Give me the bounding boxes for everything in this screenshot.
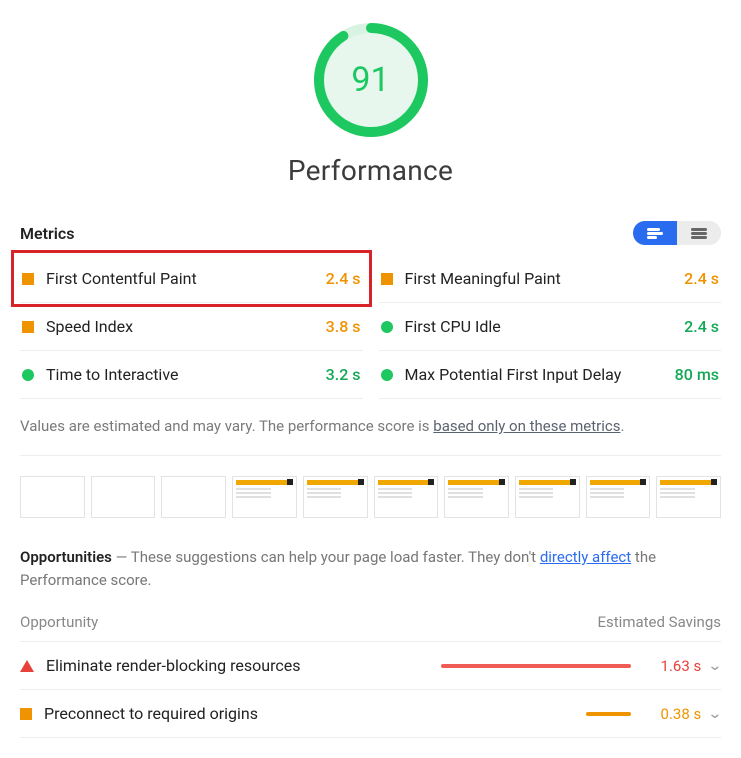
- performance-score-value: 91: [311, 20, 431, 140]
- square-orange-icon: [381, 273, 393, 285]
- circle-green-icon: [22, 369, 34, 381]
- opportunities-intro-link[interactable]: directly affect: [540, 548, 631, 566]
- filmstrip-frame: [444, 476, 509, 518]
- metric-row[interactable]: Speed Index3.8 s: [20, 303, 363, 351]
- opportunity-name: Eliminate render-blocking resources: [46, 656, 441, 675]
- opportunity-name: Preconnect to required origins: [44, 704, 441, 723]
- circle-green-icon: [381, 321, 393, 333]
- triangle-red-icon: [20, 660, 34, 672]
- metric-row[interactable]: Time to Interactive3.2 s: [20, 351, 363, 399]
- metric-name: First CPU Idle: [405, 317, 685, 336]
- square-orange-icon: [20, 708, 32, 720]
- square-orange-icon: [22, 273, 34, 285]
- metric-value: 80 ms: [675, 365, 719, 384]
- footnote-link[interactable]: based only on these metrics: [433, 417, 620, 435]
- view-toggle-expanded[interactable]: [677, 221, 721, 245]
- metric-name: First Meaningful Paint: [405, 269, 685, 288]
- filmstrip-frame: [232, 476, 297, 518]
- footnote-suffix: .: [620, 417, 624, 435]
- filmstrip-frame: [303, 476, 368, 518]
- opportunity-row[interactable]: Preconnect to required origins 0.38 s ⌄: [20, 690, 721, 738]
- metrics-heading: Metrics: [20, 224, 74, 243]
- metric-name: Speed Index: [46, 317, 326, 336]
- metric-value: 2.4 s: [684, 269, 719, 288]
- metric-row[interactable]: First Meaningful Paint2.4 s: [379, 255, 722, 303]
- score-category-title: Performance: [288, 154, 453, 187]
- savings-bar: [441, 664, 631, 668]
- metric-row[interactable]: Max Potential First Input Delay80 ms: [379, 351, 722, 399]
- filmstrip-frame: [586, 476, 651, 518]
- chevron-down-icon: ⌄: [708, 658, 723, 674]
- metrics-footnote: Values are estimated and may vary. The p…: [20, 417, 721, 456]
- performance-score-gauge: 91: [311, 20, 431, 140]
- chevron-down-icon: ⌄: [708, 706, 723, 722]
- metric-value: 3.2 s: [326, 365, 361, 384]
- metric-name: First Contentful Paint: [46, 269, 326, 288]
- savings-bar-wrap: [441, 712, 631, 716]
- metric-value: 2.4 s: [684, 317, 719, 336]
- compact-view-icon: [647, 227, 663, 239]
- metric-row[interactable]: First CPU Idle2.4 s: [379, 303, 722, 351]
- filmstrip-frame: [161, 476, 226, 518]
- load-filmstrip: [20, 476, 721, 518]
- metric-value: 2.4 s: [326, 269, 361, 288]
- metric-name: Max Potential First Input Delay: [405, 365, 675, 384]
- square-orange-icon: [22, 321, 34, 333]
- filmstrip-frame: [20, 476, 85, 518]
- opportunities-intro-text: These suggestions can help your page loa…: [131, 548, 540, 566]
- footnote-text: Values are estimated and may vary. The p…: [20, 417, 433, 435]
- savings-value: 0.38 s: [637, 705, 701, 723]
- filmstrip-frame: [515, 476, 580, 518]
- filmstrip-frame: [656, 476, 721, 518]
- savings-bar: [586, 712, 632, 716]
- opportunities-dash: —: [112, 548, 131, 566]
- metric-value: 3.8 s: [326, 317, 361, 336]
- savings-col-header: Estimated Savings: [598, 613, 722, 631]
- opportunities-heading: Opportunities: [20, 548, 112, 566]
- opportunities-intro: Opportunities — These suggestions can he…: [20, 546, 721, 591]
- expanded-view-icon: [691, 227, 707, 239]
- filmstrip-frame: [91, 476, 156, 518]
- opportunity-col-header: Opportunity: [20, 613, 98, 631]
- opportunity-row[interactable]: Eliminate render-blocking resources 1.63 …: [20, 642, 721, 690]
- savings-value: 1.63 s: [637, 657, 701, 675]
- metric-name: Time to Interactive: [46, 365, 326, 384]
- filmstrip-frame: [374, 476, 439, 518]
- view-toggle-compact[interactable]: [633, 221, 677, 245]
- circle-green-icon: [381, 369, 393, 381]
- metrics-view-toggle: [633, 221, 721, 245]
- metric-row[interactable]: First Contentful Paint2.4 s: [20, 255, 363, 303]
- savings-bar-wrap: [441, 664, 631, 668]
